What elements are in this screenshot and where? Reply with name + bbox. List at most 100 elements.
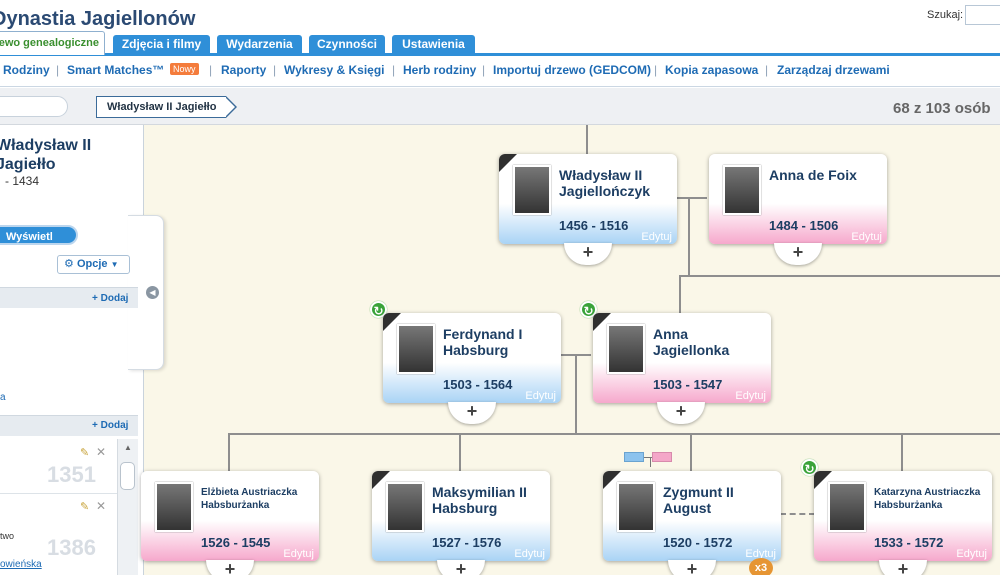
connector-line [690,433,692,471]
spouses-count-badge[interactable]: x3 [749,558,773,575]
add-relative-button[interactable]: + [206,560,254,575]
profile-dates: - 1434 [5,174,40,188]
tab-events[interactable]: Wydarzenia [217,35,302,54]
deceased-ribbon-icon [603,471,621,489]
person-card[interactable]: Maksymilian II Habsburg 1527 - 1576 Edyt… [372,471,550,561]
plus-icon: + [582,242,594,262]
panel-link[interactable]: a [0,392,6,403]
subnav-manage-trees[interactable]: Zarządzaj drzewami [777,63,890,77]
new-badge: Nowy [170,63,199,75]
person-card[interactable]: Ferdynand I Habsburg 1503 - 1564 Edytuj [383,313,561,403]
connector-line [679,275,681,313]
male-swap-icon[interactable] [624,452,644,462]
edit-link[interactable]: Edytuj [851,231,882,243]
person-card[interactable]: Katarzyna Austriaczka Habsburżanka 1533 … [814,471,992,561]
subnav-reports[interactable]: Raporty [221,63,266,77]
chevron-down-icon: ▼ [110,260,119,269]
separator: | [765,63,769,77]
person-card[interactable]: Elżbieta Austriaczka Habsburżanka 1526 -… [141,471,319,561]
person-dates: 1520 - 1572 [663,535,733,550]
deceased-ribbon-icon [383,313,401,331]
person-dates: 1484 - 1506 [769,218,839,233]
person-dates: 1503 - 1564 [443,377,513,392]
breadcrumb[interactable]: Władysław II Jagiełło [96,96,227,118]
person-dates: 1533 - 1572 [874,535,944,550]
person-name: Ferdynand I Habsburg [443,326,523,358]
view-profile-button[interactable]: Wyświetl profil [0,225,78,263]
plus-icon: + [686,559,698,575]
subnav-charts-books[interactable]: Wykresy & Księgi [284,63,385,77]
portrait-image [386,482,424,532]
scroll-up-icon[interactable]: ▲ [124,443,132,452]
tab-settings[interactable]: Ustawienia [392,35,475,54]
add-button[interactable]: + Dodaj [92,420,128,431]
pencil-icon[interactable]: ✎ [80,446,89,459]
event-year: 1351 [47,462,96,487]
separator: | [482,63,486,77]
subnav-backup[interactable]: Kopia zapasowa [665,63,758,77]
plus-icon: + [92,293,98,304]
add-relative-button[interactable]: + [437,560,485,575]
edit-link[interactable]: Edytuj [735,390,766,402]
portrait-image [155,482,193,532]
connector-line [586,125,588,155]
divider [0,493,117,494]
main-tabs: Drzewo genealogiczne Zdjęcia i filmy Wyd… [0,31,1000,55]
options-label: Opcje [76,258,108,270]
female-swap-icon[interactable] [652,452,672,462]
subnav-smart-matches[interactable]: Smart Matches™ [67,63,164,77]
person-name: Anna Jagiellonka [653,326,730,358]
add-label: Dodaj [100,293,129,304]
swap-connector [650,457,651,467]
person-name: Anna de Foix [769,167,857,183]
deceased-ribbon-icon [593,313,611,331]
person-card[interactable]: Władysław II Jagiellończyk 1456 - 1516 E… [499,154,677,244]
sub-navigation: Rodziny | Smart Matches™ | Raporty | Wyk… [0,56,1000,87]
close-icon[interactable]: ✕ [96,445,106,459]
panel-link[interactable]: owieńska [0,559,42,570]
separator: | [273,63,277,77]
close-icon[interactable]: ✕ [96,499,106,513]
person-card[interactable]: Anna de Foix 1484 - 1506 Edytuj [709,154,887,244]
add-button[interactable]: + Dodaj [92,293,128,304]
plus-icon: + [792,242,804,262]
tab-family-tree[interactable]: Drzewo genealogiczne [0,31,105,55]
person-dates: 1503 - 1547 [653,377,723,392]
filter-input[interactable] [0,96,68,117]
add-relative-button[interactable]: + [879,560,927,575]
edit-link[interactable]: Edytuj [641,231,672,243]
plus-icon: + [675,401,687,421]
deceased-ribbon-icon [372,471,390,489]
separator: | [56,63,60,77]
edit-link[interactable]: Edytuj [283,548,314,560]
person-card[interactable]: Anna Jagiellonka 1503 - 1547 Edytuj [593,313,771,403]
options-button[interactable]: ⚙ Opcje ▼ [57,255,130,274]
breadcrumb-arrow-fill [225,97,235,117]
search-label: Szukaj: [927,9,964,21]
add-relative-button[interactable]: + [668,560,716,575]
separator: | [209,63,213,77]
person-name: Zygmunt II August [663,484,734,516]
portrait-image [723,165,761,215]
person-dates: 1526 - 1545 [201,535,271,550]
scrollbar-thumb[interactable] [120,462,135,490]
person-name: Elżbieta Austriaczka Habsburżanka [201,487,298,511]
connector-line [228,433,1000,435]
collapse-panel-icon[interactable]: ◀ [146,286,159,299]
scrollbar[interactable] [117,439,138,575]
search-input[interactable] [965,5,1000,25]
tab-activities[interactable]: Czynności [309,35,385,54]
plus-icon: + [92,420,98,431]
portrait-image [397,324,435,374]
edit-link[interactable]: Edytuj [525,390,556,402]
profile-name: Władysław II Jagiełło [0,137,92,173]
person-card[interactable]: Zygmunt II August 1520 - 1572 Edytuj [603,471,781,561]
edit-link[interactable]: Edytuj [956,548,987,560]
tab-photos-videos[interactable]: Zdjęcia i filmy [113,35,210,54]
subnav-families[interactable]: Rodziny [3,63,50,77]
deceased-ribbon-icon [499,154,517,172]
subnav-import-gedcom[interactable]: Importuj drzewo (GEDCOM) [493,63,651,77]
edit-link[interactable]: Edytuj [514,548,545,560]
subnav-coat-of-arms[interactable]: Herb rodziny [403,63,476,77]
pencil-icon[interactable]: ✎ [80,500,89,513]
